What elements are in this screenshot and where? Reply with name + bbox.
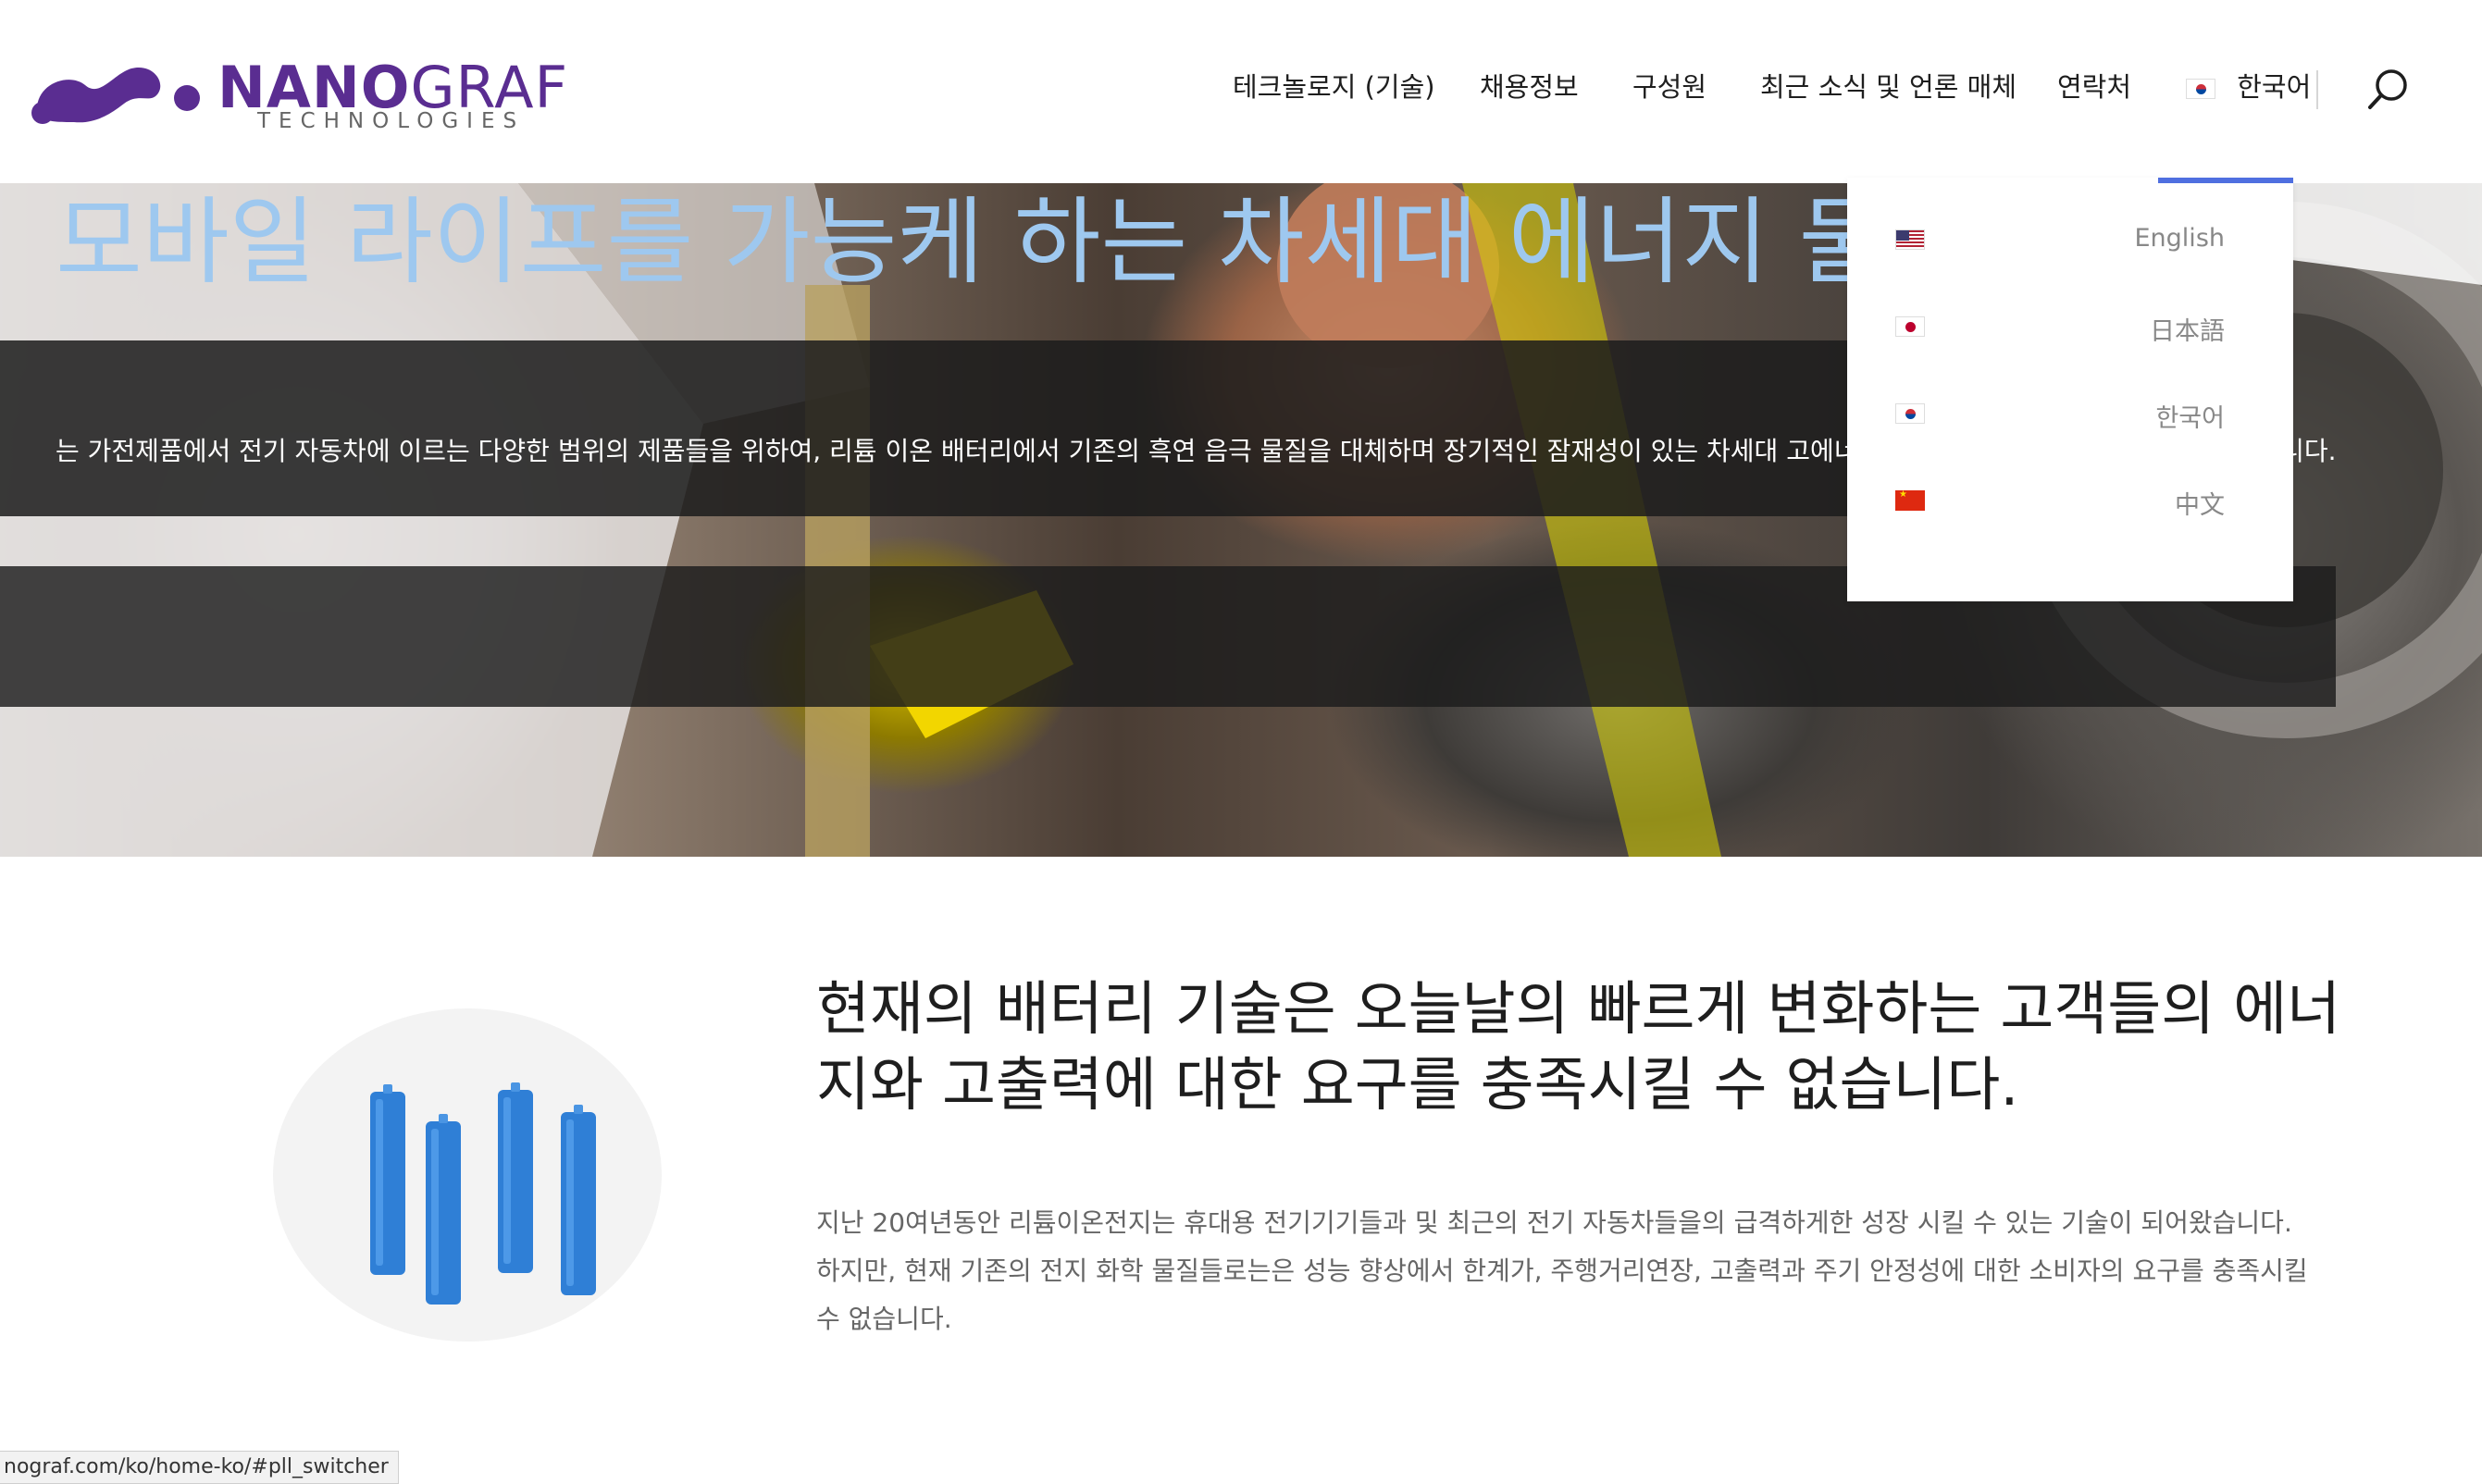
us-flag-icon bbox=[1895, 229, 1925, 250]
hero-title-band bbox=[0, 340, 1879, 516]
language-option-korean[interactable]: 한국어 bbox=[1847, 385, 2293, 440]
nav-item-technology[interactable]: 테크놀로지 (기술) bbox=[1233, 68, 1435, 105]
nav-item-news[interactable]: 최근 소식 및 언론 매체 bbox=[1760, 68, 2017, 105]
language-option-chinese[interactable]: 中文 bbox=[1847, 472, 2293, 527]
language-dropdown: English 日本語 한국어 中文 bbox=[1847, 178, 2293, 601]
search-icon[interactable] bbox=[2365, 67, 2410, 113]
language-switcher-label: 한국어 bbox=[2237, 71, 2312, 103]
nanograf-logo[interactable]: NANOGRAF TECHNOLOGIES bbox=[28, 52, 567, 135]
nav-item-careers[interactable]: 채용정보 bbox=[1480, 68, 1579, 105]
language-option-label: 한국어 bbox=[2155, 404, 2225, 433]
battery-cells-image bbox=[273, 1008, 662, 1342]
jp-flag-icon bbox=[1895, 316, 1925, 337]
language-option-label: 中文 bbox=[2175, 491, 2225, 520]
language-option-japanese[interactable]: 日本語 bbox=[1847, 298, 2293, 353]
logo-wordmark: NANOGRAF bbox=[217, 54, 569, 121]
nav-item-team[interactable]: 구성원 bbox=[1632, 68, 1706, 105]
site-header: NANOGRAF TECHNOLOGIES 테크놀로지 (기술) 채용정보 구성… bbox=[0, 0, 2482, 183]
dropdown-accent-bar bbox=[2158, 178, 2293, 183]
status-bar-url: nograf.com/ko/home-ko/#pll_switcher bbox=[0, 1451, 399, 1484]
cn-flag-icon bbox=[1895, 489, 1925, 511]
language-switcher[interactable]: 한국어 bbox=[2186, 68, 2311, 105]
logo-subtitle: TECHNOLOGIES bbox=[257, 109, 526, 133]
section-heading: 현재의 배터리 기술은 오늘날의 빠르게 변화하는 고객들의 에너지와 고출력에… bbox=[816, 975, 2341, 1119]
section-body: 지난 20여년동안 리튬이온전지는 휴대용 전기기기들과 및 최근의 전기 자동… bbox=[816, 1207, 2308, 1334]
nav-item-contact[interactable]: 연락처 bbox=[2057, 68, 2131, 105]
language-option-english[interactable]: English bbox=[1847, 211, 2293, 266]
language-option-label: 日本語 bbox=[2150, 317, 2225, 346]
hero-title: 모바일 라이프를 가능케 하는 차세대 에너지 물 bbox=[56, 188, 1886, 298]
logo-mark-icon bbox=[31, 67, 200, 124]
nav-divider bbox=[2316, 70, 2318, 109]
kr-flag-icon bbox=[1895, 403, 1925, 424]
language-option-label: English bbox=[2134, 224, 2226, 253]
kr-flag-icon bbox=[2186, 79, 2215, 99]
